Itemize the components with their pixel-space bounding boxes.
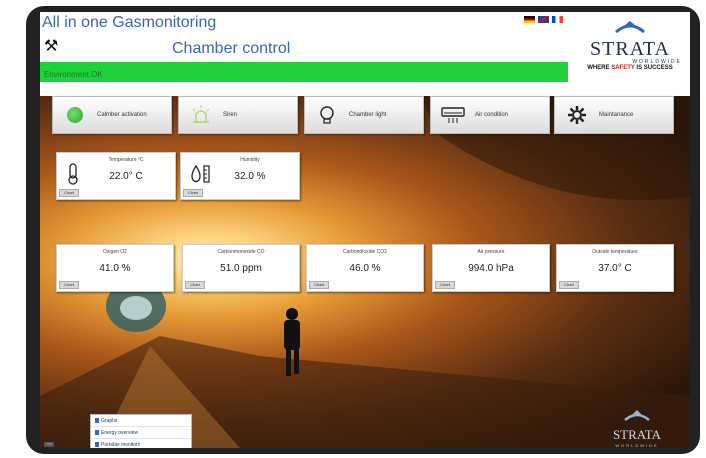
sensor-value: 41.0 % [99,263,131,274]
chart-button[interactable]: Chart [59,281,79,289]
app-title: All in one Gasmonitoring [42,14,217,31]
sensor-caption: Oxigen O2 [103,249,127,255]
siren-button[interactable]: Siren [178,96,298,134]
folder-icon [95,418,99,423]
strata-logo: STRATA WORLDWIDE WHERE SAFETY IS SUCCESS [572,18,688,86]
maintenance-button[interactable]: Maintanance [554,96,674,134]
status-text: Environment OK [44,70,103,79]
button-label: Siren [223,112,238,118]
chart-button[interactable]: Chart [559,281,579,289]
air-condition-icon [441,103,465,127]
chart-button[interactable]: Chart [183,189,203,197]
app-header: All in one Gasmonitoring ⚒ Chamber contr… [40,12,690,96]
air-pressure-card: Air pressure 994.0 hPa Chart [432,244,550,292]
corner-logo-sub: WORLDWIDE [615,443,659,448]
chamber-activation-button[interactable]: Calmber activation [52,96,172,134]
menu-item-graphs[interactable]: Graphs [91,415,191,427]
chart-button[interactable]: Chart [309,281,329,289]
menu-item-label: Graphs [101,417,118,424]
status-bar: Environment OK [40,62,568,82]
air-condition-button[interactable]: Air condition [430,96,550,134]
menu-item-energy-overview[interactable]: Energy overview [91,427,191,439]
sensor-caption: Carbondioxide CO2 [343,249,387,255]
sensor-value: 37.0° C [598,263,632,274]
gear-icon [565,103,589,127]
page-title: Chamber control [172,40,291,57]
sensor-value: 46.0 % [349,263,381,274]
language-flags [524,16,563,23]
sensor-value: 32.0 % [234,171,266,182]
button-label: Air condition [475,112,509,118]
menu-item-label: Portable monitors [101,441,141,448]
logo-tag-c: IS SUCCESS [634,65,673,71]
chart-button[interactable]: Chart [435,281,455,289]
temperature-card: Temperature °C 22.0° C Chart [56,152,176,200]
flag-de-icon[interactable] [524,16,535,23]
chamber-light-button[interactable]: Chamber light [304,96,424,134]
flag-uk-icon[interactable] [538,16,549,23]
button-label: Chamber light [349,112,387,118]
menu-item-label: Energy overview [101,429,138,436]
sensor-caption: Temperature °C [108,157,144,163]
sensor-value: 51.0 ppm [220,263,262,274]
sensor-caption: Air pressure [477,249,505,255]
strata-mark-icon [615,21,645,34]
logo-tagline: WHERE SAFETY IS SUCCESS [572,65,688,71]
navigation-menu: Graphs Energy overview Portable monitors [90,414,192,448]
logo-name: STRATA [590,38,670,60]
folder-icon [95,430,99,435]
sensor-caption: Outside temperature [592,249,638,255]
folder-icon [95,442,99,447]
status-dot-icon [63,103,87,127]
carbon-dioxide-card: Carbondioxide CO2 46.0 % Chart [306,244,424,292]
oxygen-card: Oxigen O2 41.0 % Chart [56,244,174,292]
siren-icon [189,103,213,127]
api-button[interactable]: API [44,442,54,447]
sensor-value: 994.0 hPa [468,263,514,274]
strata-mark-icon [624,410,650,421]
corner-logo: STRATA WORLDWIDE [602,408,672,448]
chart-button[interactable]: Chart [185,281,205,289]
light-bulb-icon [315,103,339,127]
sensor-caption: Carbonmonoxide CO [217,249,265,255]
humidity-card: Humidity 32.0 % Chart [180,152,300,200]
sensor-value: 22.0° C [109,171,143,182]
flag-fr-icon[interactable] [552,16,563,23]
outside-temperature-card: Outside temperature 37.0° C Chart [556,244,674,292]
chart-button[interactable]: Chart [59,189,79,197]
app-screen: All in one Gasmonitoring ⚒ Chamber contr… [40,12,690,448]
logo-tag-a: WHERE [587,65,612,71]
corner-logo-name: STRATA [612,427,662,442]
button-label: Maintanance [599,112,634,118]
tools-icon[interactable]: ⚒ [44,36,58,56]
menu-item-portable-monitors[interactable]: Portable monitors [91,439,191,448]
carbon-monoxide-card: Carbonmonoxide CO 51.0 ppm Chart [182,244,300,292]
button-label: Calmber activation [97,112,147,118]
logo-tag-b: SAFETY [611,65,635,71]
